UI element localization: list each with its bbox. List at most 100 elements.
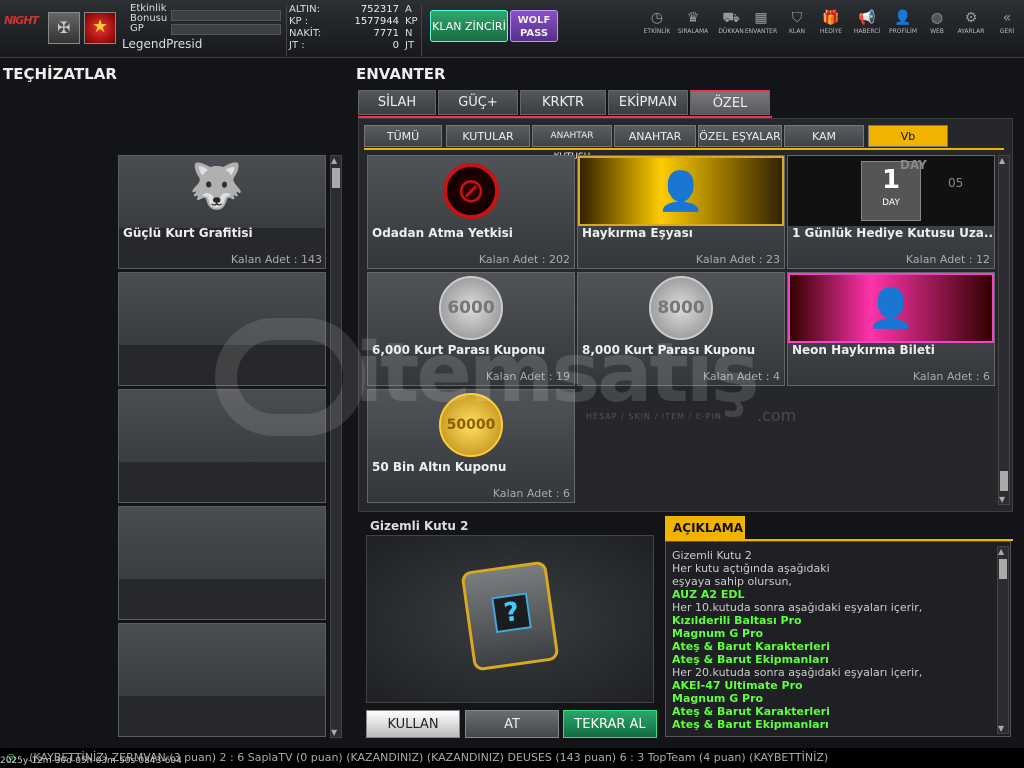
gp-label: GP	[130, 23, 144, 34]
inventory-item[interactable]: 👤 Haykırma Eşyası Kalan Adet : 23	[577, 155, 785, 269]
description-line: Ateş & Barut Ekipmanları	[672, 653, 829, 666]
nav-profile[interactable]: 👤 PROFİLİM	[884, 10, 922, 35]
currency-value: 1577944	[354, 16, 399, 27]
nav-gift[interactable]: 🎁 HEDİYE	[812, 10, 850, 35]
description-scrollbar[interactable]: ▲ ▼	[997, 546, 1009, 734]
wolf-pass-button[interactable]: WOLF PASS	[510, 10, 558, 42]
inventory-icon: ▦	[754, 10, 768, 26]
nav-gear[interactable]: ⚙ AYARLAR	[952, 10, 990, 35]
soldier-icon: 👤	[867, 285, 915, 330]
inventory-item-count: Kalan Adet : 12	[905, 253, 990, 266]
nav-megaphone[interactable]: 📢 HABERCİ	[848, 10, 886, 35]
subtab-5[interactable]: ÖZEL EŞYALAR	[698, 125, 782, 147]
game-logo: NIGHT	[4, 14, 39, 27]
detail-title: Gizemli Kutu 2	[370, 519, 469, 533]
nav-back[interactable]: « GERİ	[988, 10, 1024, 35]
subtab-7[interactable]: Vb	[868, 125, 948, 147]
nav-label: GERİ	[999, 28, 1015, 35]
star-rank-icon: ★	[84, 12, 116, 44]
currency-unit: N	[405, 28, 413, 39]
etkinlik-bonus-label: Etkinlik Bonusu	[130, 3, 168, 24]
inventory-item[interactable]: 1 DAY DAY 05 1 Günlük Hediye Kutusu Uza... Ka…	[787, 155, 995, 269]
timestamp: 2025y-12m-30d-05h-03m-50s-0843-694	[0, 756, 182, 766]
item-image: 👤	[578, 156, 784, 226]
day-label: DAY	[882, 198, 900, 208]
tab-3[interactable]: KRKTR	[520, 90, 606, 115]
klan-zinciri-button[interactable]: KLAN ZİNCİRİ	[430, 10, 508, 42]
description-line: Gizemli Kutu 2	[672, 549, 752, 562]
equipment-slot-name: Güçlü Kurt Grafitisi	[123, 226, 253, 240]
rebuy-button[interactable]: TEKRAR AL	[563, 710, 657, 738]
equipment-slot-count: Kalan Adet : 143	[230, 253, 322, 266]
wolf-pass-label: WOLF PASS	[517, 15, 551, 39]
inventory-item-name: 50 Bin Altın Kuponu	[372, 460, 507, 474]
inventory-scrollbar[interactable]: ▲ ▼	[998, 155, 1010, 505]
inventory-item-count: Kalan Adet : 202	[478, 253, 570, 266]
scroll-down-icon[interactable]: ▼	[999, 495, 1005, 504]
rebuy-button-label: TEKRAR AL	[574, 717, 646, 732]
nav-ranking[interactable]: ♛ SIRALAMA	[674, 10, 712, 35]
inventory-item-count: Kalan Adet : 6	[492, 487, 570, 500]
inventory-item-name: 1 Günlük Hediye Kutusu Uza...	[792, 226, 992, 240]
inventory-scroll-thumb[interactable]	[1000, 471, 1008, 491]
subtab-3[interactable]: ANAHTAR KUTUSU	[532, 125, 612, 162]
gear-icon: ⚙	[964, 10, 978, 26]
nav-shield[interactable]: ⛉ KLAN	[778, 10, 816, 35]
inventory-item[interactable]: ⊘ Odadan Atma Yetkisi Kalan Adet : 202	[367, 155, 575, 269]
subtab-4[interactable]: ANAHTAR	[614, 125, 696, 147]
description-line: Ateş & Barut Ekipmanları	[672, 718, 829, 731]
scroll-up-icon[interactable]: ▲	[999, 156, 1005, 165]
nav-label: WEB	[930, 28, 944, 35]
description-line: AKEI-47 Ultimate Pro	[672, 679, 803, 692]
scroll-down-icon[interactable]: ▼	[998, 724, 1004, 733]
day-top-label: DAY	[900, 158, 927, 172]
currency-value: 752317	[360, 4, 399, 15]
nav-globe[interactable]: ◍ WEB	[918, 10, 956, 35]
equipment-slot-empty[interactable]	[118, 506, 326, 620]
use-button[interactable]: KULLAN	[366, 710, 460, 738]
scroll-up-icon[interactable]: ▲	[331, 156, 337, 165]
tab-1[interactable]: SİLAH	[358, 90, 436, 115]
rank-badge-icon: ✠	[48, 12, 80, 44]
scroll-up-icon[interactable]: ▲	[998, 547, 1004, 556]
nav-clock[interactable]: ◷ ETKİNLİK	[638, 10, 676, 35]
description-line: AUZ A2 EDL	[672, 588, 745, 601]
top-bar: NIGHT ✠ ★ Etkinlik Bonusu GP LegendPresi…	[0, 0, 1024, 58]
currency-unit: A	[405, 4, 412, 15]
item-image: 1 DAY DAY 05	[788, 156, 994, 226]
equipment-slot-empty[interactable]	[118, 623, 326, 737]
tab-4[interactable]: EKİPMAN	[608, 90, 688, 115]
description-scroll-thumb[interactable]	[999, 559, 1007, 579]
shield-icon: ⛉	[791, 10, 803, 26]
subtab-1[interactable]: TÜMÜ	[364, 125, 442, 147]
inventory-item[interactable]: 👤 Neon Haykırma Bileti Kalan Adet : 6	[787, 272, 995, 386]
nav-inventory[interactable]: ▦ ENVANTER	[742, 10, 780, 35]
nav-label: ENVANTER	[744, 28, 778, 35]
subtab-6[interactable]: KAM	[784, 125, 864, 147]
currency-label: KP :	[289, 16, 309, 27]
tab-5[interactable]: ÖZEL	[690, 90, 770, 115]
nav-label: KLAN	[788, 28, 805, 35]
currency-unit: JT	[405, 40, 415, 51]
currency-label: ALTIN:	[289, 4, 320, 15]
inventory-item-count: Kalan Adet : 6	[912, 370, 990, 383]
equipment-scroll-thumb[interactable]	[332, 168, 340, 188]
description-line: Magnum G Pro	[672, 692, 764, 705]
scroll-down-icon[interactable]: ▼	[331, 728, 337, 737]
tab-2[interactable]: GÜÇ+	[438, 90, 518, 115]
profile-icon: 👤	[894, 10, 912, 26]
description-line: Ateş & Barut Karakterleri	[672, 705, 830, 718]
equipment-scrollbar[interactable]: ▲ ▼	[330, 155, 342, 738]
description-line: Magnum G Pro	[672, 627, 764, 640]
drop-button[interactable]: AT	[465, 710, 559, 738]
currency-label: NAKİT:	[289, 28, 322, 39]
description-header: AÇIKLAMA	[665, 516, 745, 540]
equipment-slot[interactable]: 🐺 Güçlü Kurt Grafitisi Kalan Adet : 143	[118, 155, 326, 269]
subtab-2[interactable]: KUTULAR	[446, 125, 530, 147]
nav-label: DÜKKAN	[718, 28, 744, 35]
currency-value: 0	[392, 40, 399, 51]
subtab-underline	[364, 148, 1004, 150]
description-line: Her kutu açtığında aşağıdaki	[672, 562, 830, 575]
currency-panel: ALTIN: 752317 A KP : 1577944 KP NAKİT: 7771 N JT …	[286, 4, 422, 56]
megaphone-icon: 📢	[858, 10, 876, 26]
